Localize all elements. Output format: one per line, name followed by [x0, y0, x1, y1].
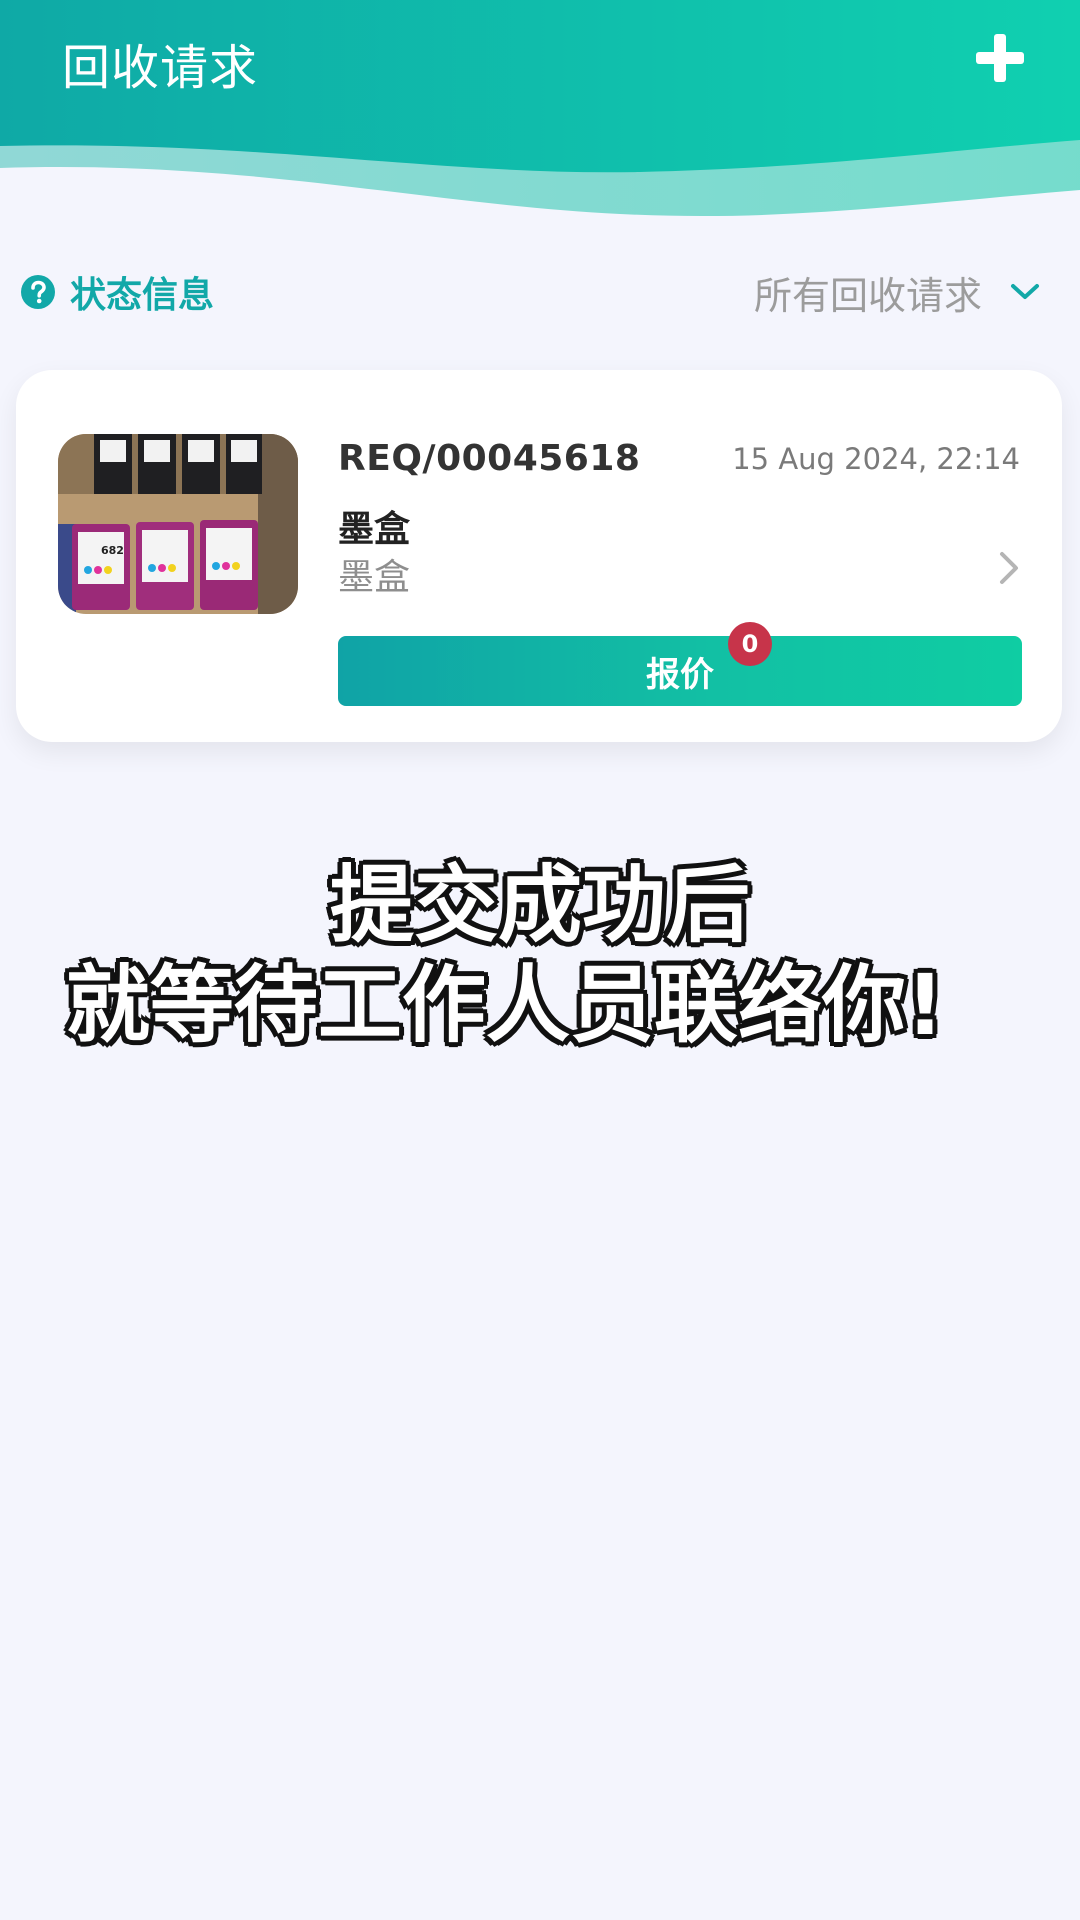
plus-icon: [976, 34, 1024, 82]
recycle-requests-screen: 回收请求 状态信息 所有回收请求 682 REQ/00045618 15 Aug…: [0, 0, 1080, 1920]
chevron-right-icon[interactable]: [994, 548, 1024, 588]
header: 回收请求: [0, 0, 1080, 230]
request-id: REQ/00045618: [338, 438, 641, 479]
request-thumbnail: 682: [58, 434, 298, 614]
filter-selected-value: 所有回收请求: [753, 273, 982, 318]
request-date: 15 Aug 2024, 22:14: [732, 442, 1020, 476]
ink-cartridges-photo: 682: [58, 434, 298, 614]
request-card[interactable]: 682 REQ/00045618 15 Aug 2024, 22:14 墨盒 墨…: [16, 370, 1062, 742]
quote-button[interactable]: 报价 0: [338, 622, 1022, 706]
thumbnail-cartridge-label: 682: [101, 544, 124, 557]
add-request-button[interactable]: [970, 28, 1030, 88]
quote-button-label: 报价: [646, 654, 714, 695]
page-title: 回收请求: [62, 40, 259, 96]
caption-line-2: 就等待工作人员联络你!: [65, 956, 945, 1054]
video-caption: 提交成功后 就等待工作人员联络你!: [0, 855, 1080, 1055]
status-info-label: 状态信息: [70, 275, 215, 316]
item-title: 墨盒: [338, 509, 411, 550]
caption-line-1: 提交成功后: [329, 856, 750, 954]
request-filter-dropdown[interactable]: 所有回收请求: [754, 268, 1040, 318]
status-info-link[interactable]: 状态信息: [20, 270, 214, 316]
quote-count-badge: 0: [728, 622, 772, 666]
item-subtitle: 墨盒: [338, 557, 411, 598]
chevron-down-icon: [1011, 284, 1039, 299]
question-circle-icon: [21, 275, 55, 309]
